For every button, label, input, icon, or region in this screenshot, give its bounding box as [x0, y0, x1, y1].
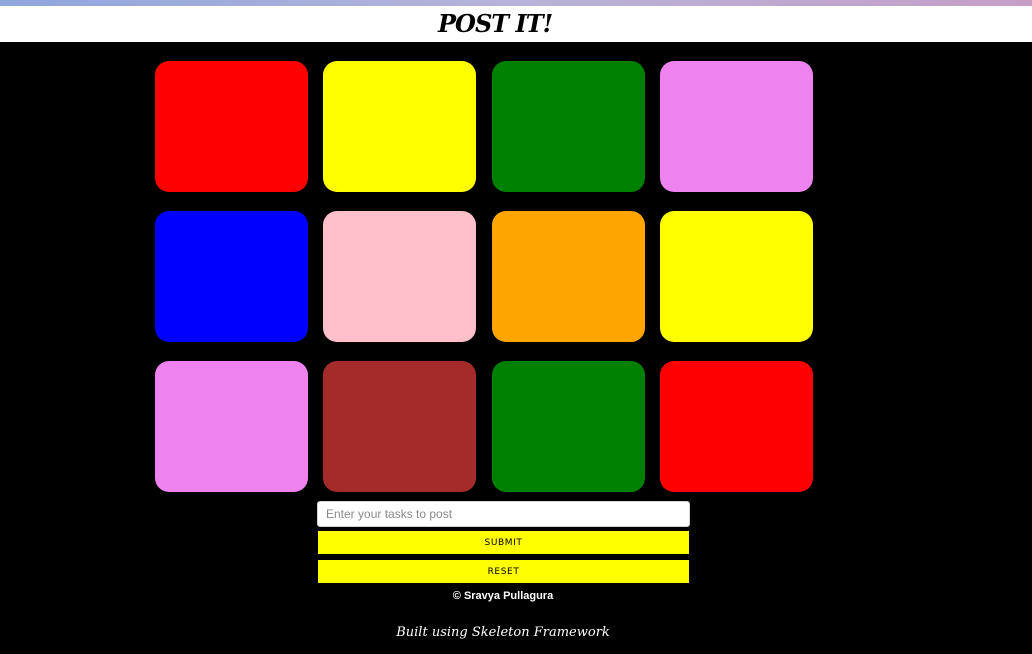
- sticky-note[interactable]: [492, 361, 645, 492]
- sticky-note-board: [155, 61, 814, 492]
- sticky-note[interactable]: [323, 61, 476, 192]
- brand-title: POST IT!: [438, 9, 553, 38]
- sticky-note[interactable]: [660, 211, 813, 342]
- sticky-note[interactable]: [660, 61, 813, 192]
- sticky-note[interactable]: [323, 211, 476, 342]
- sticky-note[interactable]: [323, 361, 476, 492]
- sticky-note[interactable]: [492, 61, 645, 192]
- task-input[interactable]: [317, 501, 690, 527]
- built-with-text: Built using Skeleton Framework: [396, 625, 610, 640]
- reset-button[interactable]: RESET: [317, 559, 690, 584]
- submit-button[interactable]: SUBMIT: [317, 530, 690, 555]
- sticky-note[interactable]: [155, 361, 308, 492]
- sticky-note[interactable]: [155, 211, 308, 342]
- copyright-text: © Sravya Pullagura: [452, 590, 554, 602]
- header-bar: POST IT!: [0, 6, 1032, 42]
- sticky-note[interactable]: [492, 211, 645, 342]
- sticky-note[interactable]: [155, 61, 308, 192]
- sticky-note[interactable]: [660, 361, 813, 492]
